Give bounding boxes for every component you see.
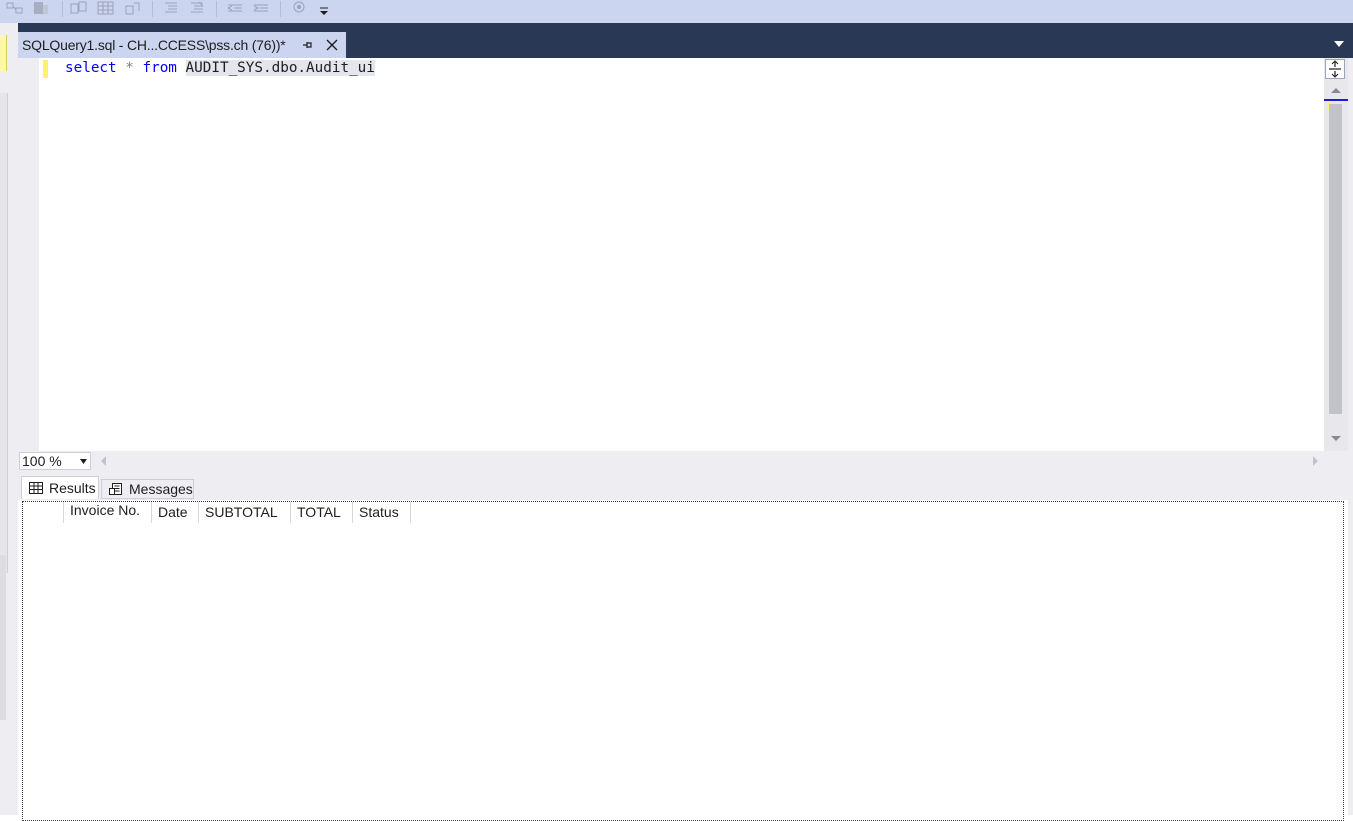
tab-results[interactable]: Results xyxy=(21,476,99,499)
comment-icon[interactable] xyxy=(162,0,180,16)
scroll-right-icon[interactable] xyxy=(1312,456,1318,466)
toolbar-overflow-icon[interactable] xyxy=(315,4,333,20)
scroll-down-icon[interactable] xyxy=(1330,435,1342,443)
sql-operator: * xyxy=(125,60,134,76)
scroll-left-icon[interactable] xyxy=(101,456,107,466)
pin-icon[interactable] xyxy=(300,38,314,52)
tab-messages-label: Messages xyxy=(129,481,193,497)
code-line[interactable]: select * from AUDIT_SYS.dbo.Audit_ui xyxy=(65,59,375,77)
toolbar-separator xyxy=(152,1,153,17)
column-header[interactable]: Invoice No. xyxy=(64,502,152,523)
sql-object-name: AUDIT_SYS.dbo.Audit_ui xyxy=(185,60,375,76)
uncomment-icon[interactable] xyxy=(188,0,206,16)
zoom-and-horizontal-scroll-row: 100 % xyxy=(18,451,1324,472)
editor-vertical-scrollbar[interactable] xyxy=(1324,58,1348,451)
display-plan-icon[interactable] xyxy=(70,0,88,16)
decrease-indent-icon[interactable] xyxy=(226,0,244,16)
toolbar-separator xyxy=(216,1,217,17)
dock-panel-edge xyxy=(0,93,8,573)
results-tab-strip: Results Messages xyxy=(18,472,1348,500)
messages-icon xyxy=(109,483,122,495)
results-to-file-icon[interactable] xyxy=(124,0,142,16)
left-panel-edge xyxy=(0,555,6,720)
column-header[interactable]: SUBTOTAL xyxy=(199,502,291,523)
row-number-header[interactable] xyxy=(23,502,64,523)
toolbar-separator xyxy=(280,1,281,17)
specify-values-icon[interactable] xyxy=(290,0,308,16)
database-icon[interactable] xyxy=(32,0,50,16)
results-grid-header: Invoice No. Date SUBTOTAL TOTAL Status xyxy=(23,502,411,523)
zoom-dropdown[interactable]: 100 % xyxy=(19,452,91,470)
split-window-icon[interactable] xyxy=(1325,59,1345,79)
caret-position-marker xyxy=(1324,99,1348,101)
scroll-thumb[interactable] xyxy=(1329,104,1342,414)
editor-gutter xyxy=(18,58,39,451)
dock-indicator xyxy=(0,35,7,71)
scrollbar-corner xyxy=(1324,451,1348,472)
document-tab-bar: SQLQuery1.sql - CH...CCESS\pss.ch (76))* xyxy=(18,23,1353,58)
results-grid[interactable]: Invoice No. Date SUBTOTAL TOTAL Status xyxy=(22,501,1344,821)
tab-messages[interactable]: Messages xyxy=(101,479,194,499)
document-tab-title[interactable]: SQLQuery1.sql - CH...CCESS\pss.ch (76))* xyxy=(18,37,286,53)
results-to-grid-icon[interactable] xyxy=(97,0,115,16)
zoom-value: 100 % xyxy=(22,453,62,469)
toolbar-separator xyxy=(62,1,63,17)
change-connection-icon[interactable] xyxy=(6,0,24,16)
window-right-edge xyxy=(1348,58,1353,815)
scroll-up-icon[interactable] xyxy=(1330,86,1342,94)
column-header[interactable]: TOTAL xyxy=(291,502,353,523)
column-header[interactable]: Status xyxy=(353,502,411,523)
sql-keyword: from xyxy=(142,60,177,76)
column-header[interactable]: Date xyxy=(152,502,199,523)
change-tracking-marker xyxy=(43,60,48,78)
increase-indent-icon[interactable] xyxy=(252,0,270,16)
close-icon[interactable] xyxy=(324,37,340,53)
document-tab[interactable]: SQLQuery1.sql - CH...CCESS\pss.ch (76))* xyxy=(18,32,346,58)
tab-results-label: Results xyxy=(49,480,96,496)
grid-icon xyxy=(29,482,43,494)
sql-keyword: select xyxy=(65,60,117,76)
query-editor[interactable]: select * from AUDIT_SYS.dbo.Audit_ui xyxy=(18,58,1324,451)
tab-list-dropdown-icon[interactable] xyxy=(1332,39,1346,49)
chevron-down-icon xyxy=(80,459,87,464)
toolbar xyxy=(0,0,1353,23)
